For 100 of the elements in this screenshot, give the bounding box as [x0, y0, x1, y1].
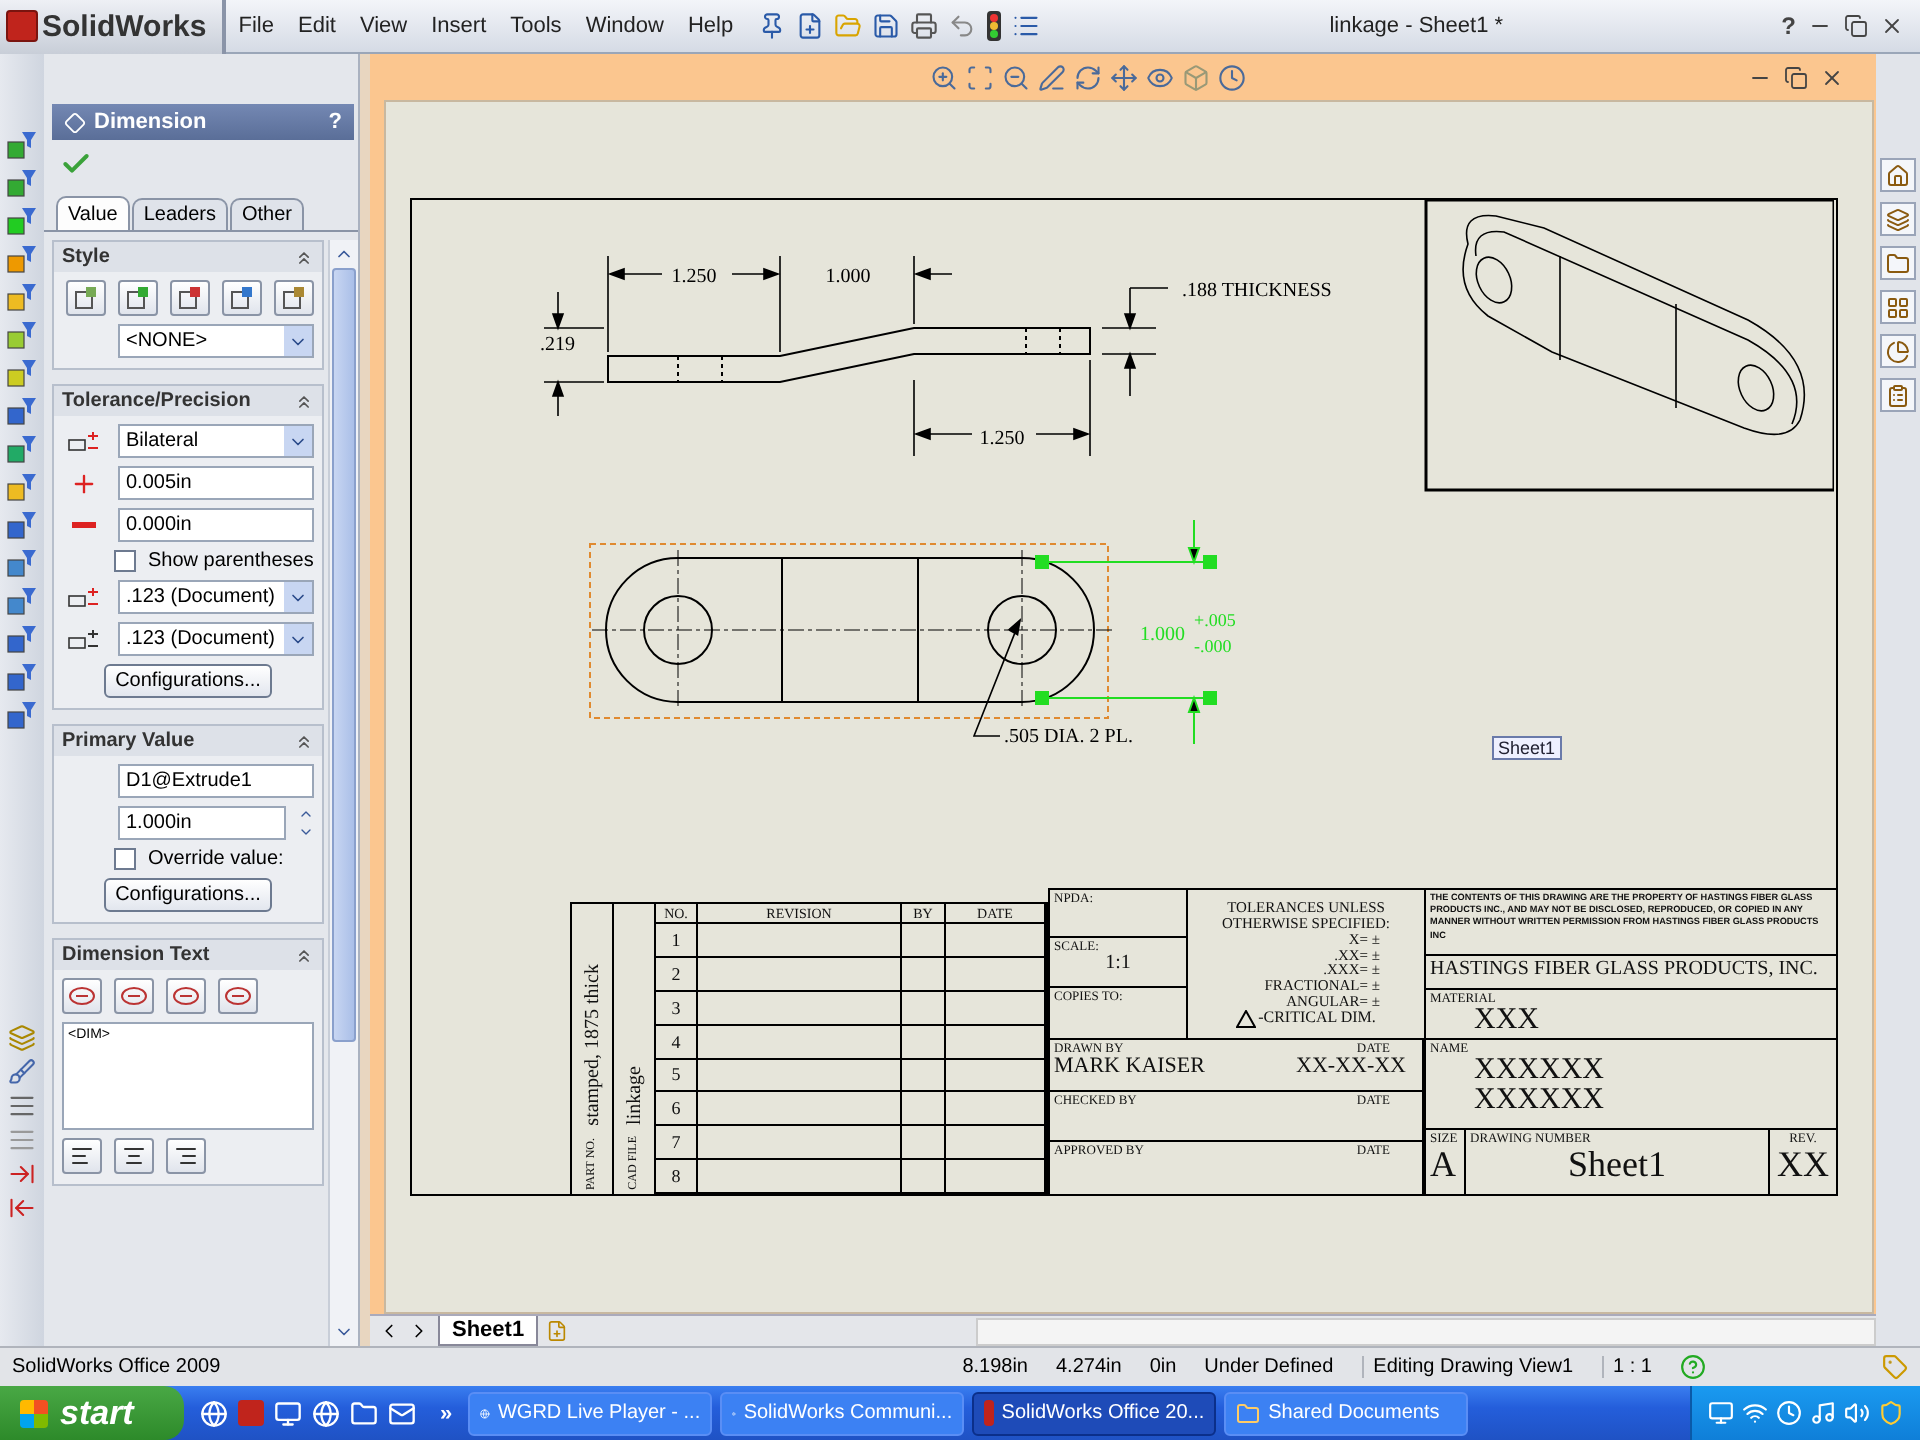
filter-icon[interactable]	[6, 282, 38, 314]
pan-icon[interactable]	[1110, 63, 1138, 91]
save-icon[interactable]	[871, 12, 900, 40]
traffic-light-icon[interactable]	[985, 10, 1002, 42]
plus-tolerance-field[interactable]: 0.005in	[118, 466, 314, 500]
volume-icon[interactable]	[1844, 1400, 1870, 1426]
desktop-icon[interactable]	[274, 1399, 302, 1427]
brush-icon[interactable]	[8, 1058, 36, 1086]
style-dropdown[interactable]: <NONE>	[118, 324, 314, 358]
align-right-button[interactable]	[166, 1138, 206, 1174]
display-style-icon[interactable]	[1218, 63, 1246, 91]
filter-icon[interactable]	[6, 586, 38, 618]
task-pane-button[interactable]	[1880, 290, 1916, 324]
taskbar-button[interactable]: SolidWorks Office 20...	[972, 1391, 1217, 1435]
folder-icon[interactable]	[350, 1399, 378, 1427]
spinner-icon[interactable]	[298, 806, 314, 840]
panel-tab[interactable]: Other	[229, 198, 304, 230]
taskbar-button[interactable]: WGRD Live Player - ...	[468, 1391, 713, 1435]
collapse-icon[interactable]	[294, 945, 314, 965]
style-button[interactable]	[170, 280, 210, 316]
task-pane-button[interactable]	[1880, 334, 1916, 368]
task-pane-button[interactable]	[1880, 158, 1916, 192]
taskbar-button[interactable]: Shared Documents	[1224, 1391, 1469, 1435]
filter-icon[interactable]	[6, 206, 38, 238]
dimension-value-field[interactable]: 1.000in	[118, 806, 286, 840]
panel-tab[interactable]: Leaders	[131, 198, 228, 230]
align-left-button[interactable]	[62, 1138, 102, 1174]
style-button[interactable]	[274, 280, 314, 316]
filter-icon[interactable]	[6, 168, 38, 200]
menu-item[interactable]: File	[226, 14, 286, 38]
menu-item[interactable]: Edit	[285, 14, 348, 38]
browser-icon[interactable]	[200, 1399, 228, 1427]
taskbar-button[interactable]: SolidWorks Communi...	[720, 1391, 965, 1435]
arrow-bar-right-icon[interactable]	[8, 1160, 36, 1188]
dimension-name-field[interactable]: D1@Extrude1	[118, 764, 314, 798]
task-pane-button[interactable]	[1880, 378, 1916, 412]
collapse-icon[interactable]	[294, 247, 314, 267]
line-weight-icon[interactable]	[8, 1092, 36, 1120]
close-icon[interactable]	[1880, 14, 1904, 38]
close-icon[interactable]	[1820, 65, 1844, 89]
browser-icon[interactable]	[312, 1399, 340, 1427]
pen-icon[interactable]	[1038, 63, 1066, 91]
filter-icon[interactable]	[6, 244, 38, 276]
help-button[interactable]: ?	[1781, 12, 1796, 40]
precision-dropdown[interactable]: .123 (Document)	[118, 622, 314, 656]
music-icon[interactable]	[1810, 1400, 1836, 1426]
filter-icon[interactable]	[6, 624, 38, 656]
help-button[interactable]: ?	[328, 110, 342, 134]
filter-icon[interactable]	[6, 472, 38, 504]
shield-icon[interactable]	[1878, 1400, 1904, 1426]
checkbox[interactable]	[114, 848, 136, 870]
undo-icon[interactable]	[947, 12, 976, 40]
zoom-fit-icon[interactable]	[966, 63, 994, 91]
mail-icon[interactable]	[388, 1399, 416, 1427]
start-button[interactable]: start	[0, 1386, 184, 1440]
filter-icon[interactable]	[6, 358, 38, 390]
minus-tolerance-field[interactable]: 0.000in	[118, 508, 314, 542]
zoom-in-icon[interactable]	[930, 63, 958, 91]
filter-icon[interactable]	[6, 396, 38, 428]
precision-dropdown[interactable]: .123 (Document)	[118, 580, 314, 614]
restore-icon[interactable]	[1784, 65, 1808, 89]
configurations-button[interactable]: Configurations...	[103, 664, 273, 698]
clock-icon[interactable]	[1776, 1400, 1802, 1426]
add-sheet-icon[interactable]	[546, 1320, 569, 1342]
task-pane-button[interactable]	[1880, 246, 1916, 280]
filter-icon[interactable]	[6, 434, 38, 466]
checkbox[interactable]	[114, 550, 136, 572]
filter-icon[interactable]	[6, 130, 38, 162]
new-document-icon[interactable]	[795, 12, 824, 40]
filter-icon[interactable]	[6, 510, 38, 542]
more-button[interactable]: »	[432, 1401, 461, 1425]
network-icon[interactable]	[1708, 1400, 1734, 1426]
collapse-icon[interactable]	[294, 731, 314, 751]
tolerance-type-dropdown[interactable]: Bilateral	[118, 424, 314, 458]
center-dimension-button[interactable]	[114, 978, 154, 1014]
zoom-out-icon[interactable]	[1002, 63, 1030, 91]
layers-icon[interactable]	[8, 1024, 36, 1052]
menu-item[interactable]: Tools	[498, 14, 574, 38]
inspection-button[interactable]	[166, 978, 206, 1014]
sheet-tab[interactable]: Sheet1	[438, 1316, 539, 1346]
menu-item[interactable]: Help	[675, 14, 746, 38]
offset-text-button[interactable]	[218, 978, 258, 1014]
filter-icon[interactable]	[6, 548, 38, 580]
align-center-button[interactable]	[114, 1138, 154, 1174]
style-button[interactable]	[118, 280, 158, 316]
configurations-button[interactable]: Configurations...	[103, 878, 273, 912]
arrow-bar-left-icon[interactable]	[8, 1194, 36, 1222]
horizontal-scrollbar[interactable]	[976, 1317, 1876, 1345]
filter-icon[interactable]	[6, 320, 38, 352]
menu-item[interactable]: View	[347, 14, 420, 38]
style-button[interactable]	[66, 280, 106, 316]
scrollbar[interactable]	[328, 240, 358, 1346]
restore-icon[interactable]	[1844, 14, 1868, 38]
task-pane-button[interactable]	[1880, 202, 1916, 236]
menu-item[interactable]: Window	[573, 14, 676, 38]
parentheses-button[interactable]	[62, 978, 102, 1014]
style-button[interactable]	[222, 280, 262, 316]
filter-icon[interactable]	[6, 662, 38, 694]
view-icon[interactable]	[1146, 63, 1174, 91]
filter-icon[interactable]	[6, 700, 38, 732]
